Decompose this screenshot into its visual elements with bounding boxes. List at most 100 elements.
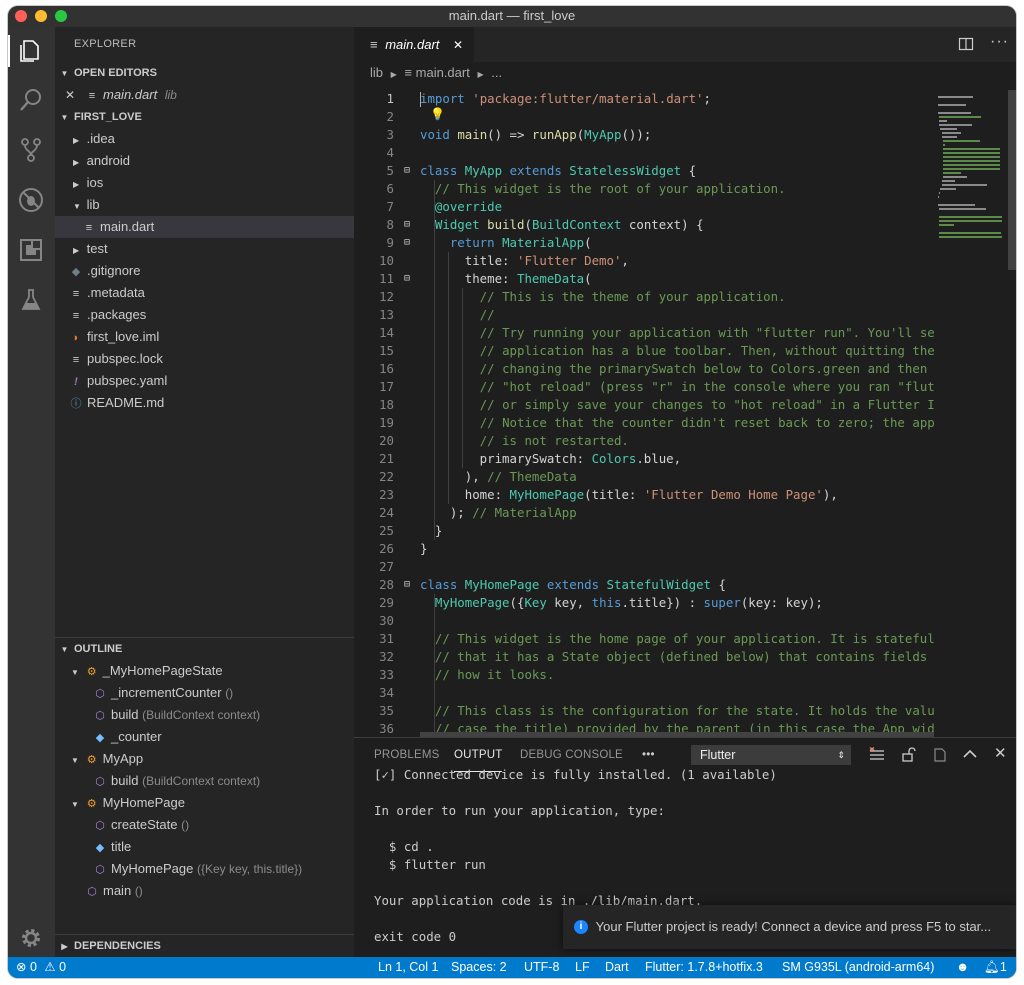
line-number: 26 — [379, 541, 394, 556]
file-lines-icon: ≡ — [88, 90, 96, 102]
code-line: // — [479, 307, 495, 322]
chevron-down-icon: ▼ — [71, 756, 79, 765]
outline-item[interactable]: ◆ _counter — [55, 726, 354, 748]
fold-icon[interactable]: ⊟ — [404, 234, 414, 252]
close-icon[interactable]: ✕ — [55, 84, 85, 106]
zoom-window-button[interactable] — [55, 10, 67, 22]
outline-item[interactable]: ⬡ main () — [55, 880, 354, 902]
close-icon[interactable]: ✕ — [453, 38, 463, 52]
outline-item[interactable]: ⬡ _incrementCounter () — [55, 682, 354, 704]
extensions-icon[interactable] — [15, 234, 47, 266]
minimap-line — [939, 124, 972, 126]
tree-item-pubspec-lock[interactable]: ≡ pubspec.lock — [55, 348, 354, 370]
notifications-status[interactable]: 🔔︎1 — [984, 957, 1007, 978]
fold-icon[interactable]: ⊟ — [404, 216, 414, 234]
source-control-icon[interactable] — [15, 134, 47, 166]
encoding-status[interactable]: UTF-8 — [524, 957, 559, 978]
minimize-window-button[interactable] — [35, 10, 47, 22]
outline-item[interactable]: ⬡ createState () — [55, 814, 354, 836]
code-line: // is not restarted. — [479, 433, 629, 448]
breadcrumb-symbol[interactable]: ... — [491, 65, 502, 80]
tree-item-android[interactable]: ▶ android — [55, 150, 354, 172]
outline-item[interactable]: ⬡ MyHomePage ({Key key, this.title}) — [55, 858, 354, 880]
fold-icon[interactable]: ⊟ — [404, 162, 414, 180]
output-channel-select[interactable]: Flutter ⇕ — [691, 745, 851, 765]
field-icon: ◆ — [95, 732, 105, 744]
tree-item-lib[interactable]: ▼ lib — [55, 194, 354, 216]
breadcrumb-file[interactable]: main.dart — [416, 65, 470, 80]
tree-item-main-dart[interactable]: ≡ main.dart — [55, 216, 354, 238]
minimap-line — [938, 204, 975, 206]
lock-icon[interactable] — [900, 747, 916, 768]
debug-icon[interactable] — [15, 184, 47, 216]
chevron-right-icon: ▶ — [477, 70, 484, 79]
dependencies-section[interactable]: ▶ DEPENDENCIES — [55, 935, 354, 957]
tree-item-metadata[interactable]: ≡ .metadata — [55, 282, 354, 304]
language-mode[interactable]: Dart — [605, 957, 629, 978]
close-panel-icon[interactable]: ✕ — [994, 744, 1007, 762]
outline-item[interactable]: ◆ title — [55, 836, 354, 858]
clear-output-icon[interactable] — [869, 746, 885, 768]
problems-status[interactable]: ⊗ 0 ⚠ 0 — [16, 957, 66, 978]
lightbulb-icon[interactable]: 💡 — [430, 107, 445, 121]
outline-item[interactable]: ⬡ build (BuildContext context) — [55, 704, 354, 726]
minimap-line — [942, 140, 980, 142]
chevron-down-icon: ▼ — [60, 645, 69, 654]
maximize-panel-icon[interactable] — [962, 746, 978, 766]
indentation-status[interactable]: Spaces: 2 — [451, 957, 507, 978]
flutter-version[interactable]: Flutter: 1.7.8+hotfix.3 — [645, 957, 763, 978]
minimap-line — [939, 224, 954, 226]
tree-item-idea[interactable]: ▶ .idea — [55, 128, 354, 150]
fold-icon[interactable]: ⊟ — [404, 576, 414, 594]
explorer-icon[interactable] — [15, 35, 47, 67]
test-flask-icon[interactable] — [15, 284, 47, 316]
minimap-line — [939, 116, 982, 118]
search-icon[interactable] — [15, 84, 47, 116]
outline-item[interactable]: ▼ ⚙ _MyHomePageState — [55, 660, 354, 682]
notification-toast[interactable]: i Your Flutter project is ready! Connect… — [563, 905, 1016, 949]
code-editor[interactable]: 1 import 'package:flutter/material.dart';… — [354, 90, 934, 735]
outline-item[interactable]: ▼ ⚙ MyHomePage — [55, 792, 354, 814]
code-line: // application has a blue toolbar. Then,… — [479, 343, 934, 358]
tree-item-iml[interactable]: ◗ first_love.iml — [55, 326, 354, 348]
code-line: // that it has a State object (defined b… — [434, 649, 934, 664]
more-actions-icon[interactable]: ··· — [990, 33, 1009, 51]
close-window-button[interactable] — [15, 10, 27, 22]
tree-item-gitignore[interactable]: ◆ .gitignore — [55, 260, 354, 282]
outline-item[interactable]: ▼ ⚙ MyApp — [55, 748, 354, 770]
method-icon: ⬡ — [95, 688, 105, 700]
project-section[interactable]: ▼ FIRST_LOVE — [55, 106, 354, 128]
tree-item-packages[interactable]: ≡ .packages — [55, 304, 354, 326]
line-number: 17 — [379, 379, 394, 394]
feedback-smiley-icon[interactable]: ☻ — [956, 957, 969, 978]
line-number: 10 — [379, 253, 394, 268]
git-icon: ◆ — [71, 266, 81, 278]
minimap[interactable] — [934, 90, 1016, 735]
cursor-position[interactable]: Ln 1, Col 1 — [378, 957, 438, 978]
line-number: 23 — [379, 487, 394, 502]
tree-item-readme[interactable]: ⓘ README.md — [55, 392, 354, 414]
vscode-window: main.dart — first_love EXPLORER ▼ OPEN ED — [8, 6, 1016, 978]
eol-status[interactable]: LF — [575, 957, 590, 978]
split-editor-icon[interactable] — [958, 36, 974, 52]
breadcrumb-lib[interactable]: lib — [370, 65, 383, 80]
open-editors-section[interactable]: ▼ OPEN EDITORS — [55, 62, 354, 84]
open-editor-item[interactable]: ✕ ≡ main.dart lib — [55, 84, 354, 106]
gear-icon[interactable] — [15, 922, 47, 954]
tree-item-pubspec-yaml[interactable]: ! pubspec.yaml — [55, 370, 354, 392]
outline-section[interactable]: ▼ OUTLINE — [55, 638, 354, 660]
outline-item[interactable]: ⬡ build (BuildContext context) — [55, 770, 354, 792]
device-selector[interactable]: SM G935L (android-arm64) — [782, 957, 934, 978]
tree-item-test[interactable]: ▶ test — [55, 238, 354, 260]
file-lines-icon: ≡ — [370, 37, 378, 52]
code-line: theme: ThemeData( — [420, 271, 592, 286]
line-number: 33 — [379, 667, 394, 682]
chevron-right-icon: ▶ — [73, 246, 80, 255]
open-log-icon[interactable] — [932, 747, 948, 768]
vertical-scrollbar[interactable] — [1008, 90, 1016, 270]
tree-item-ios[interactable]: ▶ ios — [55, 172, 354, 194]
error-icon: ⊗ — [16, 960, 27, 974]
tab-main-dart[interactable]: ≡ main.dart ✕ — [354, 27, 474, 62]
fold-icon[interactable]: ⊟ — [404, 270, 414, 288]
minimap-line — [942, 160, 1001, 162]
